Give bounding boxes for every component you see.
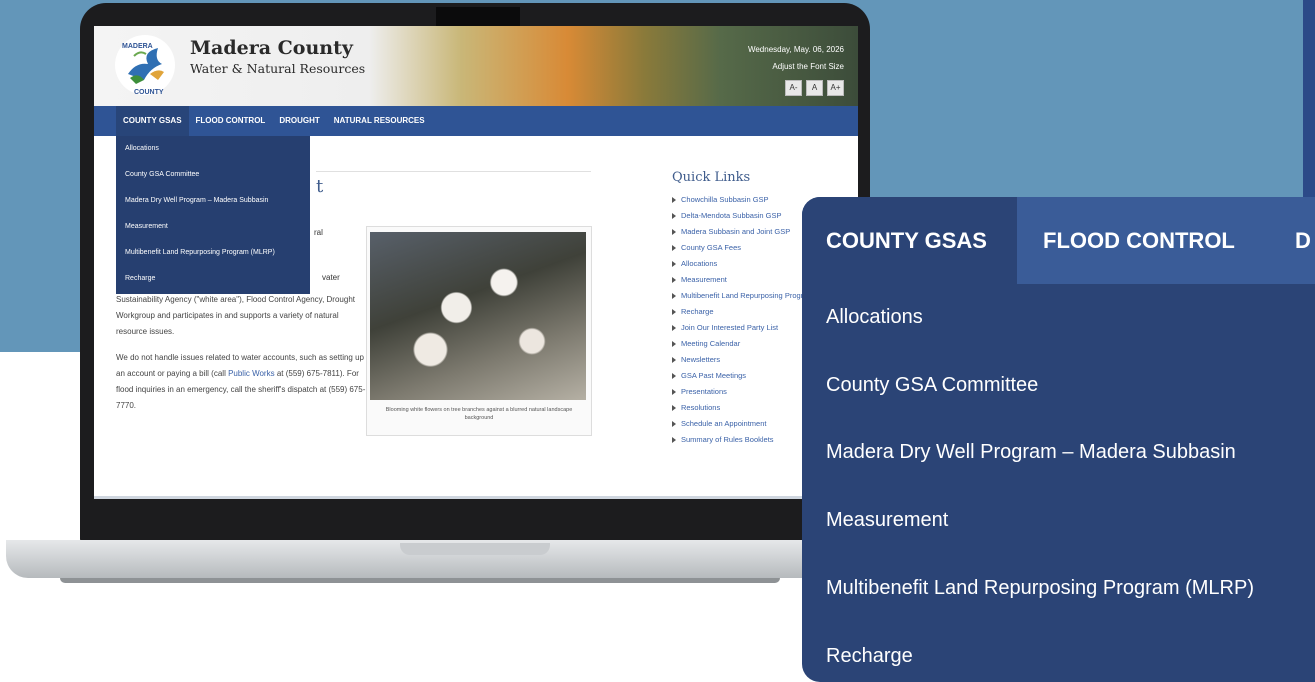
- adjust-font-label: Adjust the Font Size: [772, 62, 844, 71]
- font-size-buttons: A- A A+: [785, 80, 844, 96]
- nav-natural-resources[interactable]: NATURAL RESOURCES: [327, 106, 432, 136]
- zoom-item-allocations[interactable]: Allocations: [826, 306, 923, 329]
- dropdown-item-gsa-committee[interactable]: County GSA Committee: [116, 162, 310, 188]
- dropdown-item-measurement[interactable]: Measurement: [116, 214, 310, 240]
- logo-county-text: COUNTY: [134, 89, 164, 96]
- site-header: MADERA COUNTY Madera County Water & Natu…: [94, 26, 858, 106]
- zoom-item-dry-well[interactable]: Madera Dry Well Program – Madera Subbasi…: [826, 441, 1236, 464]
- laptop-base-shadow: [60, 578, 780, 583]
- zoom-item-gsa-committee[interactable]: County GSA Committee: [826, 374, 1038, 397]
- zoom-item-recharge[interactable]: Recharge: [826, 645, 913, 668]
- nav-county-gsas[interactable]: COUNTY GSAS: [116, 106, 189, 136]
- public-works-link[interactable]: Public Works: [228, 369, 275, 378]
- nav-flood-control[interactable]: FLOOD CONTROL: [189, 106, 273, 136]
- zoom-item-measurement[interactable]: Measurement: [826, 509, 948, 532]
- dropdown-item-recharge[interactable]: Recharge: [116, 266, 310, 292]
- zoomed-menu-card: COUNTY GSAS FLOOD CONTROL D Allocations …: [802, 197, 1315, 682]
- content-divider: [316, 171, 591, 172]
- font-reset-button[interactable]: A: [806, 80, 823, 96]
- laptop-base-notch: [400, 543, 550, 555]
- blossom-photo: [370, 232, 586, 400]
- site-name[interactable]: Madera County: [190, 37, 353, 59]
- dropdown-item-mlrp[interactable]: Multibenefit Land Repurposing Program (M…: [116, 240, 310, 266]
- font-decrease-button[interactable]: A-: [785, 80, 802, 96]
- photo-caption: Blooming white flowers on tree branches …: [385, 407, 573, 421]
- intro-paragraph: Sustainability Agency ("white area"), Fl…: [116, 295, 355, 336]
- zoom-tab-drought[interactable]: D: [1295, 197, 1311, 284]
- county-gsas-dropdown: Allocations County GSA Committee Madera …: [116, 136, 310, 294]
- site-subtitle: Water & Natural Resources: [190, 61, 366, 76]
- body-text-fragment: ral: [314, 228, 323, 237]
- screen-footer-bar: [94, 496, 858, 499]
- body-text-fragment: vater: [322, 273, 340, 282]
- laptop-screen: MADERA COUNTY Madera County Water & Natu…: [94, 26, 858, 499]
- font-increase-button[interactable]: A+: [827, 80, 844, 96]
- contact-paragraph: We do not handle issues related to water…: [116, 350, 366, 414]
- header-date: Wednesday, May. 06, 2026: [747, 45, 844, 54]
- logo-madera-text: MADERA: [122, 43, 153, 50]
- zoom-tab-flood-control[interactable]: FLOOD CONTROL: [1043, 197, 1235, 284]
- dropdown-item-dry-well[interactable]: Madera Dry Well Program – Madera Subbasi…: [116, 188, 310, 214]
- dropdown-item-allocations[interactable]: Allocations: [116, 136, 310, 162]
- page-title-fragment: t: [316, 176, 324, 197]
- main-nav: COUNTY GSAS FLOOD CONTROL DROUGHT NATURA…: [94, 106, 858, 136]
- zoom-tab-county-gsas[interactable]: COUNTY GSAS: [826, 197, 987, 284]
- nav-drought[interactable]: DROUGHT: [272, 106, 326, 136]
- county-logo-icon[interactable]: MADERA COUNTY: [114, 34, 176, 96]
- zoom-item-mlrp[interactable]: Multibenefit Land Repurposing Program (M…: [826, 577, 1254, 600]
- quick-links-title: Quick Links: [672, 170, 751, 185]
